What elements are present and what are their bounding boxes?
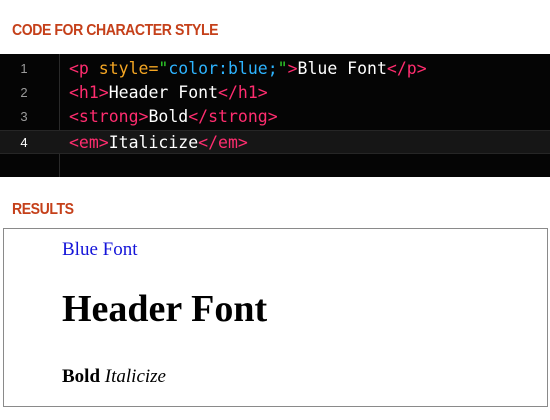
code-quote: " [277,59,288,78]
code-text-content: Italicize [108,133,199,152]
code-text-content: Header Font [108,83,219,102]
code-line-1: 1 <p style="color:blue;">Blue Font</p> [0,57,550,81]
line-number: 4 [20,135,28,150]
code-close-tag: </em> [198,133,248,152]
code-line-2: 2 <h1>Header Font</h1> [0,81,550,105]
line-number: 1 [20,61,28,76]
result-header-font: Header Font [62,288,268,330]
line-number: 3 [20,109,28,124]
result-blue-font: Blue Font [62,239,138,260]
code-section-title: CODE FOR CHARACTER STYLE [12,22,219,39]
code-text-content: Blue Font [297,59,387,78]
result-italic-text: Italicize [104,366,166,387]
code-quote: " [158,59,169,78]
code-line-text: <strong>Bold</strong> [69,106,278,128]
line-number: 2 [20,85,28,100]
code-line-text: <h1>Header Font</h1> [69,82,268,104]
results-preview: Blue Font Header Font Bold Italicize [3,228,548,407]
code-open-tag: <strong> [69,107,149,126]
code-line-3: 3 <strong>Bold</strong> [0,105,550,129]
code-line-text: <em>Italicize</em> [69,132,248,154]
code-tag-bracket: > [287,59,298,78]
result-bold-text: Bold [62,366,101,387]
code-text-content: Bold [148,107,189,126]
code-line-text: <p style="color:blue;">Blue Font</p> [69,58,427,80]
code-attribute-name: style= [88,59,159,78]
code-close-tag: </h1> [218,83,268,102]
code-line-4-active[interactable]: 4 <em>Italicize</em> [0,130,550,154]
code-attribute-value: color:blue; [168,59,278,78]
results-section-title: RESULTS [12,201,74,218]
code-open-tag: <em> [69,133,109,152]
result-styled-line: Bold Italicize [62,366,166,388]
code-close-tag: </p> [386,59,427,78]
code-open-tag: <h1> [69,83,109,102]
code-close-tag: </strong> [188,107,278,126]
code-open-tag: <p [69,59,89,78]
code-editor: 1 <p style="color:blue;">Blue Font</p> 2… [0,54,550,177]
